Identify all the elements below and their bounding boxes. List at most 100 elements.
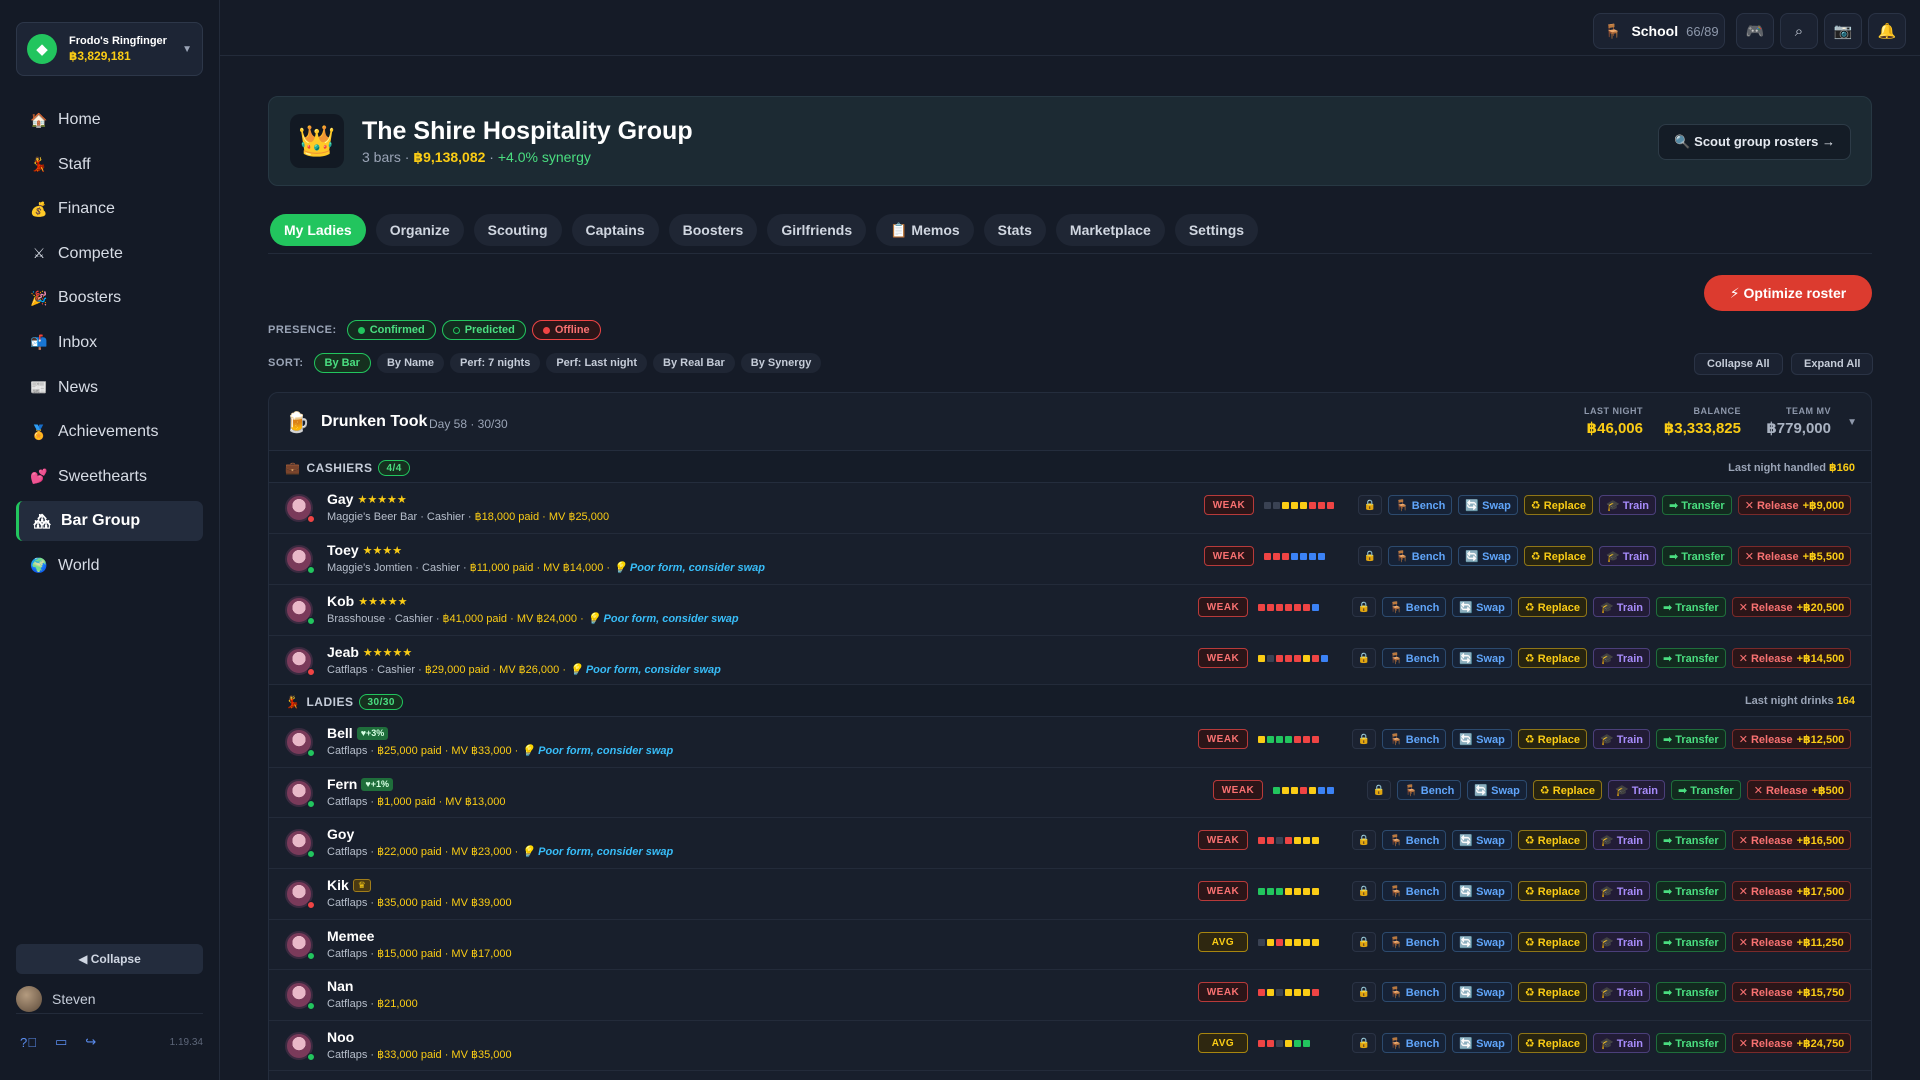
user-profile[interactable]: Steven [16,985,203,1014]
release-button[interactable]: ✕ Release +฿16,500 [1731,830,1852,850]
train-button[interactable]: 🎓 Train [1592,1033,1651,1053]
replace-button[interactable]: ♻ Replace [1517,982,1587,1002]
tab-marketplace[interactable]: Marketplace [1055,214,1165,246]
swap-button[interactable]: 🔄 Swap [1452,1033,1512,1053]
lock-icon[interactable]: 🔒 [1352,597,1376,617]
bench-button[interactable]: 🪑 Bench [1397,780,1462,800]
presence-confirmed-chip[interactable]: Confirmed [346,320,436,340]
collapse-sidebar-button[interactable]: ◀ Collapse [16,944,203,974]
lock-icon[interactable]: 🔒 [1352,1033,1376,1053]
tab-myladies[interactable]: My Ladies [270,214,366,246]
tab-memos[interactable]: 📋 Memos [876,214,974,246]
camera-icon[interactable]: 📷 [1824,13,1862,49]
tab-settings[interactable]: Settings [1174,214,1259,246]
tab-boosters[interactable]: Boosters [668,214,758,246]
train-button[interactable]: 🎓 Train [1607,780,1666,800]
sidebar-item-achievements[interactable]: 🏅 Achievements [16,412,203,452]
lock-icon[interactable]: 🔒 [1352,982,1376,1002]
roster-row[interactable]: Goy Catflaps · ฿22,000 paid · MV ฿23,000 … [269,818,1871,869]
sidebar-item-news[interactable]: 📰 News [16,368,203,408]
transfer-button[interactable]: ➡ Transfer [1656,648,1726,668]
bench-button[interactable]: 🪑 Bench [1382,597,1447,617]
roster-row[interactable]: Gay ★★★★★ Maggie's Beer Bar · Cashier · ฿1… [269,483,1871,534]
swap-button[interactable]: 🔄 Swap [1452,881,1512,901]
replace-button[interactable]: ♻ Replace [1517,1033,1587,1053]
train-button[interactable]: 🎓 Train [1592,648,1651,668]
presence-offline-chip[interactable]: Offline [531,320,601,340]
lock-icon[interactable]: 🔒 [1352,729,1376,749]
transfer-button[interactable]: ➡ Transfer [1656,982,1726,1002]
bench-button[interactable]: 🪑 Bench [1382,830,1447,850]
tab-captains[interactable]: Captains [571,214,659,246]
swap-button[interactable]: 🔄 Swap [1467,780,1527,800]
release-button[interactable]: ✕ Release +฿9,000 [1737,495,1852,515]
bench-button[interactable]: 🪑 Bench [1388,495,1453,515]
tab-girlfriends[interactable]: Girlfriends [767,214,867,246]
presence-predicted-chip[interactable]: Predicted [441,320,526,340]
release-button[interactable]: ✕ Release +฿24,750 [1731,1033,1852,1053]
release-button[interactable]: ✕ Release +฿5,500 [1737,546,1852,566]
lock-icon[interactable]: 🔒 [1367,780,1391,800]
lock-icon[interactable]: 🔒 [1352,648,1376,668]
transfer-button[interactable]: ➡ Transfer [1662,546,1732,566]
chat-icon[interactable]: ▭ [55,1034,67,1050]
replace-button[interactable]: ♻ Replace [1517,648,1587,668]
train-button[interactable]: 🎓 Train [1592,830,1651,850]
scout-rosters-button[interactable]: 🔍 Scout group rosters → [1658,124,1851,160]
release-button[interactable]: ✕ Release +฿15,750 [1731,982,1852,1002]
expand-all-button[interactable]: Expand All [1791,353,1874,375]
release-button[interactable]: ✕ Release +฿17,500 [1731,881,1852,901]
transfer-button[interactable]: ➡ Transfer [1662,495,1732,515]
sort-option[interactable]: By Name [376,353,445,373]
train-button[interactable]: 🎓 Train [1592,932,1651,952]
train-button[interactable]: 🎓 Train [1592,881,1651,901]
swap-button[interactable]: 🔄 Swap [1458,546,1518,566]
swap-button[interactable]: 🔄 Swap [1452,597,1512,617]
account-switcher[interactable]: ◆ Frodo's Ringfinger ฿3,829,181 ▼ [16,22,203,76]
bench-button[interactable]: 🪑 Bench [1382,881,1447,901]
roster-row[interactable]: Fern ♥+1% Catflaps · ฿1,000 paid · MV ฿13,… [269,768,1871,818]
search-icon[interactable]: ⌕ [1780,13,1818,49]
roster-row[interactable]: Nan Catflaps · ฿21,000 WEAK 🔒 🪑 Bench 🔄 Swap ♻… [269,970,1871,1021]
train-button[interactable]: 🎓 Train [1592,597,1651,617]
lock-icon[interactable]: 🔒 [1352,830,1376,850]
sort-option[interactable]: By Bar [313,353,371,373]
replace-button[interactable]: ♻ Replace [1517,597,1587,617]
help-icon[interactable]: ?⃝ [20,1035,37,1050]
replace-button[interactable]: ♻ Replace [1523,546,1593,566]
swap-button[interactable]: 🔄 Swap [1452,982,1512,1002]
tab-stats[interactable]: Stats [983,214,1046,246]
release-button[interactable]: ✕ Release +฿14,500 [1731,648,1852,668]
replace-button[interactable]: ♻ Replace [1517,830,1587,850]
train-button[interactable]: 🎓 Train [1598,495,1657,515]
bench-button[interactable]: 🪑 Bench [1382,729,1447,749]
train-button[interactable]: 🎓 Train [1592,729,1651,749]
lock-icon[interactable]: 🔒 [1352,932,1376,952]
sidebar-item-staff[interactable]: 💃 Staff [16,145,203,185]
swap-button[interactable]: 🔄 Swap [1452,729,1512,749]
bar-header[interactable]: 🍺 Drunken Took Day 58 · 30/30 LAST NIGHT… [269,393,1871,451]
replace-button[interactable]: ♻ Replace [1517,729,1587,749]
bell-icon[interactable]: 🔔 [1868,13,1906,49]
transfer-button[interactable]: ➡ Transfer [1656,830,1726,850]
lock-icon[interactable]: 🔒 [1352,881,1376,901]
sort-option[interactable]: Perf: Last night [546,353,648,373]
sidebar-item-boosters[interactable]: 🎉 Boosters [16,278,203,318]
replace-button[interactable]: ♻ Replace [1517,932,1587,952]
roster-row[interactable]: Jeab ★★★★★ Catflaps · Cashier · ฿29,000 pa… [269,636,1871,685]
replace-button[interactable]: ♻ Replace [1517,881,1587,901]
collapse-all-button[interactable]: Collapse All [1694,353,1783,375]
lock-icon[interactable]: 🔒 [1358,495,1382,515]
replace-button[interactable]: ♻ Replace [1532,780,1602,800]
swap-button[interactable]: 🔄 Swap [1452,932,1512,952]
sidebar-item-compete[interactable]: ⚔ Compete [16,234,203,274]
gamepad-icon[interactable]: 🎮 [1736,13,1774,49]
transfer-button[interactable]: ➡ Transfer [1656,597,1726,617]
chevron-down-icon[interactable]: ▼ [1847,417,1857,428]
swap-button[interactable]: 🔄 Swap [1458,495,1518,515]
logout-icon[interactable]: ↪ [85,1034,96,1050]
release-button[interactable]: ✕ Release +฿20,500 [1731,597,1852,617]
swap-button[interactable]: 🔄 Swap [1452,830,1512,850]
transfer-button[interactable]: ➡ Transfer [1671,780,1741,800]
transfer-button[interactable]: ➡ Transfer [1656,729,1726,749]
